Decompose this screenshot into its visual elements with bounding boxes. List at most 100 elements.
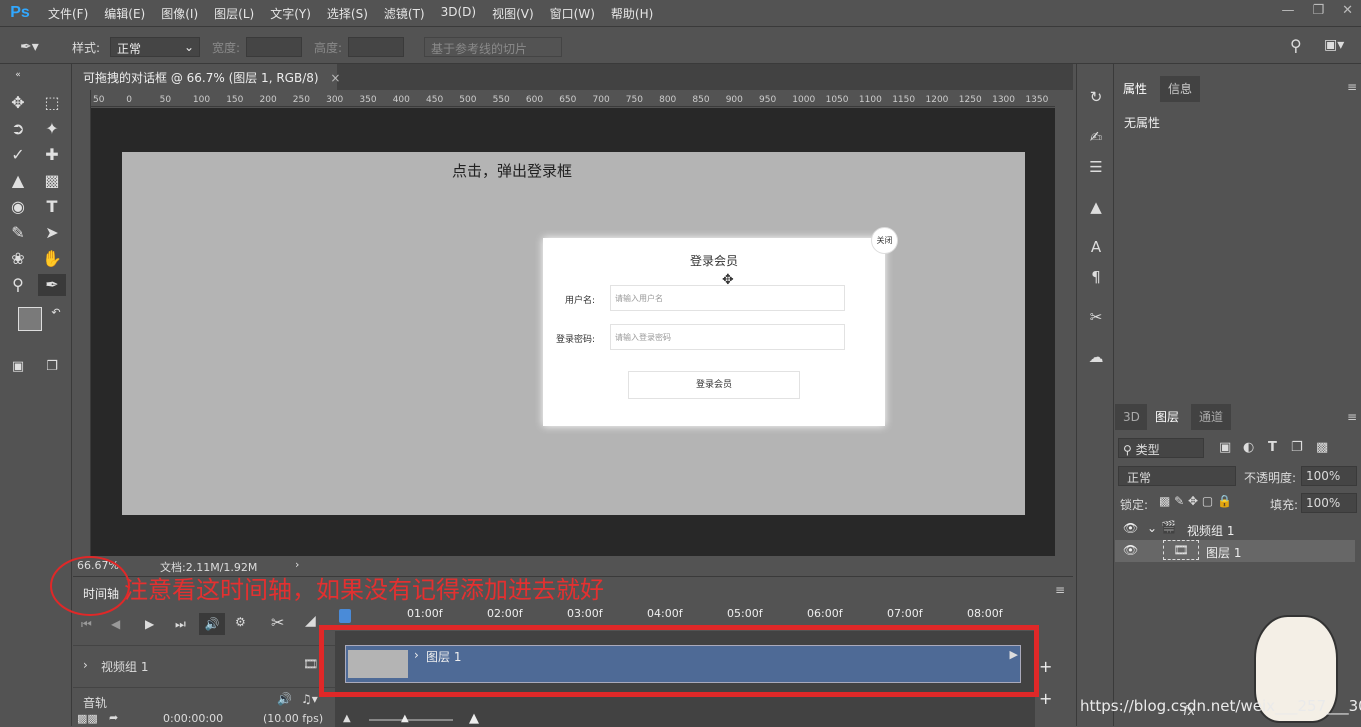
paragraph-icon[interactable]: ¶	[1085, 268, 1107, 290]
collapse-icon[interactable]: «	[6, 64, 30, 86]
history-icon[interactable]: ↻	[1085, 88, 1107, 110]
filter-pixel-icon[interactable]: ▣	[1219, 440, 1231, 455]
menu-window[interactable]: 窗口(W)	[542, 5, 603, 22]
login-button[interactable]: 登录会员	[628, 371, 800, 399]
hand-tool-icon[interactable]: ✋	[40, 248, 64, 270]
eyedropper-icon[interactable]: ✓	[6, 144, 30, 166]
tab-layers[interactable]: 图层	[1147, 404, 1188, 430]
settings-icon[interactable]: ⚙	[235, 615, 246, 629]
menu-select[interactable]: 选择(S)	[319, 5, 376, 22]
video-group-track[interactable]: › 视频组 1 🎞	[73, 645, 335, 685]
menu-type[interactable]: 文字(Y)	[262, 5, 319, 22]
tab-info[interactable]: 信息	[1160, 76, 1201, 102]
menu-image[interactable]: 图像(I)	[153, 5, 206, 22]
lasso-tool-icon[interactable]: ➲	[6, 118, 30, 140]
transition-icon[interactable]: ◢	[305, 613, 316, 629]
clone-source-icon[interactable]: ▲	[1085, 198, 1107, 220]
zoom-tool-icon[interactable]: ⚲	[6, 274, 30, 296]
tools-preset-icon[interactable]: ✂	[1085, 308, 1107, 330]
style-select[interactable]: 正常 ⌄	[110, 37, 200, 57]
lock-icons[interactable]: ▩ ✎ ✥ ▢ 🔒	[1159, 494, 1232, 508]
healing-brush-icon[interactable]: ✚	[40, 144, 64, 166]
close-icon[interactable]: ✕	[1342, 3, 1353, 18]
quick-mask-icon[interactable]: ▣	[6, 356, 30, 378]
slice-tool-icon[interactable]: ✒▾	[20, 39, 39, 55]
add-media-icon[interactable]: +	[1039, 657, 1052, 676]
eraser-tool-icon[interactable]: ▩	[40, 170, 64, 192]
menu-help[interactable]: 帮助(H)	[603, 5, 661, 22]
zoom-in-icon[interactable]: ▲	[469, 711, 479, 726]
chevron-down-icon[interactable]: ⌄	[1147, 521, 1157, 535]
width-input[interactable]	[246, 37, 302, 57]
tab-3d[interactable]: 3D	[1115, 404, 1148, 430]
add-audio-icon[interactable]: +	[1039, 689, 1052, 708]
audio-icon[interactable]: 🔊	[199, 613, 225, 635]
username-field[interactable]: 请输入用户名	[610, 285, 845, 311]
type-tool-icon[interactable]: T	[40, 196, 64, 218]
layer-row[interactable]: 👁 ⌄ 🎬 视频组 1	[1115, 518, 1355, 540]
filter-type-icon[interactable]: T	[1268, 440, 1277, 455]
adjustments-icon[interactable]: ☰	[1085, 158, 1107, 180]
filter-shape-icon[interactable]: ❐	[1291, 440, 1303, 455]
dialog-close-button[interactable]: 关闭	[871, 227, 898, 254]
workspace-icon[interactable]: ▣▾	[1324, 37, 1344, 53]
document-tab[interactable]: 可拖拽的对话框 @ 66.7% (图层 1, RGB/8) ×	[73, 64, 340, 90]
swap-colors-icon[interactable]: ↶	[44, 302, 68, 324]
eye-icon[interactable]: 👁	[1123, 543, 1138, 557]
tab-channels[interactable]: 通道	[1191, 404, 1232, 430]
menu-layer[interactable]: 图层(L)	[206, 5, 262, 22]
blend-mode-select[interactable]: 正常	[1118, 466, 1236, 486]
playhead[interactable]	[339, 609, 351, 623]
menu-file[interactable]: 文件(F)	[40, 5, 96, 22]
zoom-slider-thumb-icon[interactable]: ▲	[401, 713, 409, 724]
magic-wand-icon[interactable]: ✦	[40, 118, 64, 140]
expand-icon[interactable]: ›	[83, 658, 88, 672]
menu-view[interactable]: 视图(V)	[484, 5, 542, 22]
search-icon[interactable]: ⚲	[1290, 36, 1302, 55]
custom-shape-icon[interactable]: ❀	[6, 248, 30, 270]
menu-3d[interactable]: 3D(D)	[433, 5, 484, 22]
slices-from-guides-button[interactable]: 基于参考线的切片	[424, 37, 562, 57]
brush-presets-icon[interactable]: ✍	[1085, 128, 1107, 150]
layer-row[interactable]: 👁 🎞 图层 1	[1115, 540, 1355, 562]
audio-track[interactable]: 音轨 🔊 ♫▾	[73, 687, 335, 711]
slice-tool-icon[interactable]: ✒	[38, 274, 66, 296]
restore-icon[interactable]: ❐	[1312, 3, 1324, 18]
foreground-color-swatch[interactable]	[18, 307, 42, 331]
tab-properties[interactable]: 属性	[1115, 76, 1156, 102]
close-tab-icon[interactable]: ×	[330, 71, 340, 85]
filter-adjustment-icon[interactable]: ◐	[1243, 440, 1254, 455]
libraries-icon[interactable]: ☁	[1085, 348, 1107, 370]
move-tool-icon[interactable]: ✥	[6, 92, 30, 114]
next-frame-icon[interactable]: ⏭	[175, 617, 186, 632]
zoom-out-icon[interactable]: ▲	[343, 713, 351, 724]
split-scissors-icon[interactable]: ✂	[271, 613, 284, 632]
previous-frame-icon[interactable]: ◀	[111, 617, 120, 631]
login-dialog[interactable]: 登录会员 ✥ 用户名: 请输入用户名 登录密码: 请输入登录密码 登录会员	[543, 238, 885, 426]
render-icon[interactable]: ➦	[109, 711, 118, 724]
character-icon[interactable]: A	[1085, 238, 1107, 260]
screen-mode-icon[interactable]: ❐	[40, 356, 64, 378]
pen-tool-icon[interactable]: ✎	[6, 222, 30, 244]
layer-filter-select[interactable]: ⚲ 类型	[1118, 438, 1204, 458]
minimize-icon[interactable]: —	[1281, 3, 1294, 18]
speaker-icon[interactable]: 🔊	[277, 692, 292, 706]
panel-menu-icon[interactable]: ≡	[1347, 80, 1357, 94]
music-note-icon[interactable]: ♫▾	[301, 692, 318, 706]
first-frame-icon[interactable]: ⏮	[81, 617, 92, 632]
zoom-slider[interactable]	[369, 719, 453, 721]
marquee-tool-icon[interactable]: ⬚	[40, 92, 64, 114]
path-select-icon[interactable]: ➤	[40, 222, 64, 244]
menu-edit[interactable]: 编辑(E)	[96, 5, 153, 22]
panel-menu-icon[interactable]: ≡	[1347, 410, 1357, 424]
eye-icon[interactable]: 👁	[1123, 521, 1138, 535]
convert-frames-icon[interactable]: ▩▩	[77, 712, 98, 725]
opacity-input[interactable]: 100%	[1301, 466, 1357, 486]
stamp-tool-icon[interactable]: ▲	[6, 170, 30, 192]
height-input[interactable]	[348, 37, 404, 57]
menu-filter[interactable]: 滤镜(T)	[376, 5, 433, 22]
password-field[interactable]: 请输入登录密码	[610, 324, 845, 350]
fill-input[interactable]: 100%	[1301, 493, 1357, 513]
filter-smart-icon[interactable]: ▩	[1316, 440, 1328, 455]
panel-menu-icon[interactable]: ≡	[1055, 583, 1065, 597]
